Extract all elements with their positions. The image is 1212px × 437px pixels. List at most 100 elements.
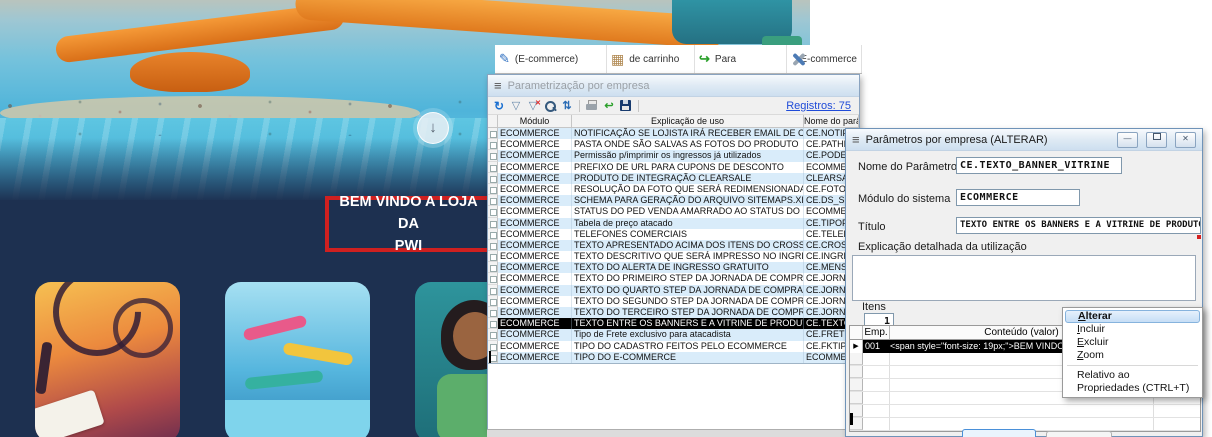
cell-explicacao[interactable]: Permissão p/imprimir os ingressos já uti…: [572, 150, 804, 161]
column-header-emp[interactable]: Emp.: [863, 326, 890, 339]
close-button[interactable]: ✕: [1175, 132, 1196, 148]
filter-icon[interactable]: ▽: [509, 99, 523, 113]
cell-explicacao[interactable]: PREFIXO DE URL PARA CUPONS DE DESCONTO: [572, 162, 804, 173]
cell-modulo[interactable]: ECOMMERCE: [498, 206, 572, 217]
column-header-modulo[interactable]: Módulo: [498, 115, 572, 127]
cell-modulo[interactable]: ECOMMERCE: [498, 352, 572, 363]
table-row[interactable]: ECOMMERCE Tipo de Frete exclusivo para a…: [488, 329, 859, 340]
row-selector-cell[interactable]: [488, 285, 498, 296]
cancel-button-partial[interactable]: [1046, 431, 1112, 437]
cell-explicacao[interactable]: TEXTO ENTRE OS BANNERS E A VITRINE DE PR…: [572, 318, 804, 329]
cell-modulo[interactable]: ECOMMERCE: [498, 262, 572, 273]
table-row[interactable]: ECOMMERCE TEXTO DO SEGUNDO STEP DA JORNA…: [488, 296, 859, 307]
cell-explicacao[interactable]: TEXTO DO PRIMEIRO STEP DA JORNADA DE COM…: [572, 273, 804, 284]
cell-explicacao[interactable]: TEXTO DO TERCEIRO STEP DA JORNADA DE COM…: [572, 307, 804, 318]
column-header-nome[interactable]: Nome do parâmetro: [804, 115, 859, 127]
menu-item-relativo-ao[interactable]: Relativo ao: [1065, 369, 1200, 382]
row-selector-cell[interactable]: [488, 318, 498, 329]
cell-explicacao[interactable]: TEXTO DO SEGUNDO STEP DA JORNADA DE COMP…: [572, 296, 804, 307]
records-count-link[interactable]: Registros: 75: [786, 100, 855, 112]
table-row[interactable]: ECOMMERCE TIPO DO CADASTRO FEITOS PELO E…: [488, 341, 859, 352]
cell-explicacao[interactable]: TEXTO DESCRITIVO QUE SERÁ IMPRESSO NO IN…: [572, 251, 804, 262]
maximize-button[interactable]: [1146, 132, 1167, 148]
cell-explicacao[interactable]: SCHEMA PARA GERAÇÃO DO ARQUIVO SITEMAPS.…: [572, 195, 804, 206]
row-selector-cell[interactable]: [488, 296, 498, 307]
cell-modulo[interactable]: ECOMMERCE: [498, 273, 572, 284]
table-row[interactable]: ECOMMERCE TEXTO DO PRIMEIRO STEP DA JORN…: [488, 273, 859, 284]
hamburger-icon[interactable]: ≡: [494, 76, 502, 96]
cell-modulo[interactable]: ECOMMERCE: [498, 329, 572, 340]
cell-explicacao[interactable]: TEXTO DO ALERTA DE INGRESSO GRATUITO: [572, 262, 804, 273]
cell-modulo[interactable]: ECOMMERCE: [498, 341, 572, 352]
cell-explicacao[interactable]: TIPO DO CADASTRO FEITOS PELO ECOMMERCE: [572, 341, 804, 352]
minimize-button[interactable]: —: [1117, 132, 1138, 148]
cell-modulo[interactable]: ECOMMERCE: [498, 251, 572, 262]
row-selector-cell[interactable]: [488, 218, 498, 229]
row-selector-cell[interactable]: [488, 329, 498, 340]
row-selector-cell[interactable]: [488, 128, 498, 139]
ribbon-button[interactable]: ▦ de carrinho: [607, 45, 695, 73]
cell-explicacao[interactable]: Tipo de Frete exclusivo para atacadista: [572, 329, 804, 340]
table-row[interactable]: ECOMMERCE NOTIFICAÇÃO SE LOJISTA IRÁ REC…: [488, 128, 859, 139]
ribbon-button[interactable]: E-commerce: [787, 45, 862, 73]
row-selector-cell[interactable]: [488, 162, 498, 173]
cell-modulo[interactable]: ECOMMERCE: [498, 240, 572, 251]
table-row[interactable]: ECOMMERCE TIPO DO E-COMMERCE ECOMMERCE: [488, 352, 859, 363]
table-row[interactable]: ECOMMERCE Permissão p/imprimir os ingres…: [488, 150, 859, 161]
explicacao-textarea[interactable]: [852, 255, 1196, 301]
cell-emp[interactable]: 001: [863, 340, 890, 353]
table-row[interactable]: ECOMMERCE SCHEMA PARA GERAÇÃO DO ARQUIVO…: [488, 195, 859, 206]
row-selector-cell[interactable]: [488, 307, 498, 318]
table-row[interactable]: ECOMMERCE PASTA ONDE SÃO SALVAS AS FOTOS…: [488, 139, 859, 150]
row-selector-cell[interactable]: [488, 150, 498, 161]
row-selector-cell[interactable]: [850, 379, 863, 391]
empty-grid-row[interactable]: [850, 405, 1200, 418]
cell-modulo[interactable]: ECOMMERCE: [498, 128, 572, 139]
cell-modulo[interactable]: ECOMMERCE: [498, 307, 572, 318]
table-row[interactable]: ECOMMERCE RESOLUÇÃO DA FOTO QUE SERÁ RED…: [488, 184, 859, 195]
menu-item-excluir[interactable]: Excluir: [1065, 336, 1200, 349]
sort-icon[interactable]: ⇅: [560, 99, 574, 113]
cell-explicacao[interactable]: STATUS DO PED VENDA AMARRADO AO STATUS D…: [572, 206, 804, 217]
cell-modulo[interactable]: ECOMMERCE: [498, 229, 572, 240]
table-row[interactable]: ECOMMERCE TEXTO APRESENTADO ACIMA DOS IT…: [488, 240, 859, 251]
row-selector-cell[interactable]: [488, 173, 498, 184]
row-selector-cell[interactable]: [488, 184, 498, 195]
row-selector-cell[interactable]: [488, 195, 498, 206]
cell-explicacao[interactable]: PASTA ONDE SÃO SALVAS AS FOTOS DO PRODUT…: [572, 139, 804, 150]
menu-item-alterar[interactable]: Alterar: [1065, 310, 1200, 323]
cell-explicacao[interactable]: TEXTO DO QUARTO STEP DA JORNADA DE COMPR…: [572, 285, 804, 296]
ribbon-button[interactable]: ✎ (E-commerce): [495, 45, 607, 73]
table-row[interactable]: ECOMMERCE TEXTO DO TERCEIRO STEP DA JORN…: [488, 307, 859, 318]
cell-explicacao[interactable]: RESOLUÇÃO DA FOTO QUE SERÁ REDIMENSIONAD…: [572, 184, 804, 195]
save-icon[interactable]: [619, 99, 633, 113]
table-row[interactable]: ECOMMERCE STATUS DO PED VENDA AMARRADO A…: [488, 206, 859, 217]
row-selector-cell[interactable]: [488, 273, 498, 284]
table-row[interactable]: ECOMMERCE PREFIXO DE URL PARA CUPONS DE …: [488, 162, 859, 173]
column-header-explicacao[interactable]: Explicação de uso: [572, 115, 804, 127]
cell-explicacao[interactable]: TIPO DO E-COMMERCE: [572, 352, 804, 363]
clear-filter-icon[interactable]: ▽✕: [526, 99, 540, 113]
row-selector-cell[interactable]: [488, 229, 498, 240]
cell-modulo[interactable]: ECOMMERCE: [498, 296, 572, 307]
menu-item-zoom[interactable]: Zoom: [1065, 349, 1200, 362]
row-selector-cell[interactable]: [488, 240, 498, 251]
ribbon-button[interactable]: ↪ Para: [695, 45, 787, 73]
cell-explicacao[interactable]: Tabela de preço atacado: [572, 218, 804, 229]
scroll-down-button[interactable]: ↓: [417, 112, 449, 144]
hamburger-icon[interactable]: ≡: [852, 130, 860, 150]
menu-item-incluir[interactable]: Incluir: [1065, 323, 1200, 336]
promo-tile-waterpark[interactable]: [225, 282, 370, 437]
cell-modulo[interactable]: ECOMMERCE: [498, 218, 572, 229]
cell-modulo[interactable]: ECOMMERCE: [498, 318, 572, 329]
row-selector-cell[interactable]: [850, 353, 863, 365]
cell-modulo[interactable]: ECOMMERCE: [498, 285, 572, 296]
print-icon[interactable]: [585, 99, 599, 113]
window1-titlebar[interactable]: ≡ Parametrização por empresa: [488, 75, 859, 97]
row-selector-cell[interactable]: [488, 262, 498, 273]
titulo-field[interactable]: TEXTO ENTRE OS BANNERS E A VITRINE DE PR…: [956, 217, 1201, 234]
export-icon[interactable]: ↩: [602, 99, 616, 113]
table-row[interactable]: ECOMMERCE TEXTO ENTRE OS BANNERS E A VIT…: [488, 318, 859, 329]
cell-explicacao[interactable]: TEXTO APRESENTADO ACIMA DOS ITENS DO CRO…: [572, 240, 804, 251]
table-row[interactable]: ECOMMERCE TEXTO DESCRITIVO QUE SERÁ IMPR…: [488, 251, 859, 262]
